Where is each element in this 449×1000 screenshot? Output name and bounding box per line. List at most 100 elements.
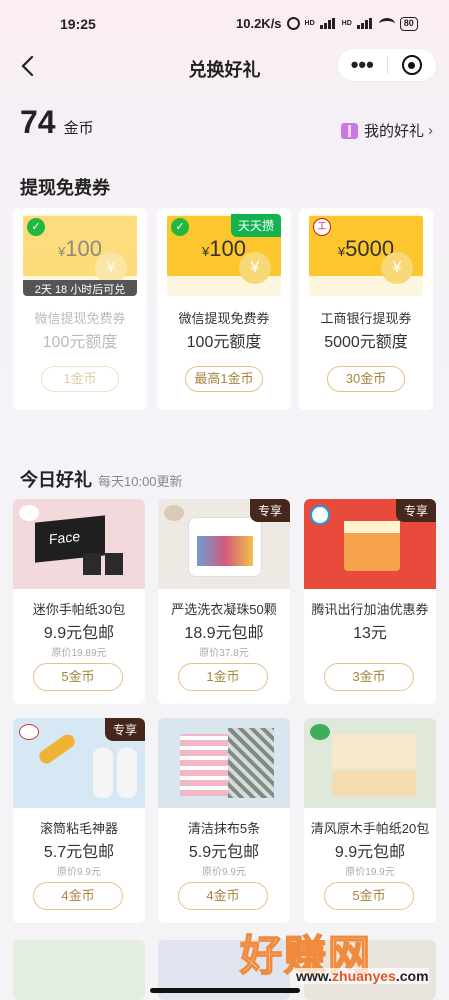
product-name: 滚筒粘毛神器: [39, 821, 118, 836]
home-indicator[interactable]: [150, 988, 300, 993]
roller-refill-shape: [93, 748, 113, 798]
product-card[interactable]: 清风原木手帕纸20包 9.9元包邮 原价19.9元 5金币: [304, 718, 436, 923]
network-speed: 10.2K/s: [236, 16, 282, 31]
icbc-logo-icon: 工: [313, 218, 331, 236]
status-bar: 19:25 10.2K/s HD HD 80: [0, 0, 449, 44]
product-name: 严选洗衣凝珠50颗: [171, 602, 277, 617]
redeem-button[interactable]: 1金币: [178, 663, 268, 691]
product-price: 13元: [353, 625, 387, 642]
gas-station-roof-shape: [344, 521, 400, 533]
product-card[interactable]: 清洁抹布5条 5.9元包邮 原价9.9元 4金币: [158, 718, 290, 923]
exclusive-badge: 专享: [104, 718, 145, 741]
product-card[interactable]: 专享 腾讯出行加油优惠券 13元 3金币: [304, 499, 436, 704]
redeem-button[interactable]: 5金币: [324, 882, 414, 910]
roller-refill-shape: [117, 748, 137, 798]
exclusive-badge: 专享: [395, 499, 436, 522]
signal-icon: [319, 18, 337, 29]
yen-coin-icon: ¥: [239, 252, 271, 284]
product-name: 清洁抹布5条: [187, 821, 261, 836]
store-logo-icon: [19, 724, 39, 740]
daily-update-note: 每天10:00更新: [98, 474, 183, 489]
voucher-quota: 100元额度: [186, 334, 262, 351]
tencent-travel-icon: [310, 505, 330, 525]
voucher-name: 工商银行提现券: [320, 311, 412, 326]
product-price: 9.9元包邮: [334, 844, 406, 861]
roller-handle-shape: [36, 731, 78, 767]
product-card[interactable]: Face 迷你手帕纸30包 9.9元包邮 原价19.89元 5金币: [13, 499, 145, 704]
redeem-button[interactable]: 最高1金币: [185, 366, 263, 392]
redeem-button[interactable]: 30金币: [327, 366, 405, 392]
product-name: 腾讯出行加油优惠券: [311, 602, 429, 617]
redeem-button[interactable]: 4金币: [33, 882, 123, 910]
pod-container-shape: [188, 517, 262, 577]
tissue-pack-shape: [105, 553, 123, 575]
voucher-card[interactable]: 工 ¥5000 ¥ 工商银行提现券 5000元额度 30金币: [299, 208, 433, 410]
voucher-image: ✓ ¥100 ¥ 2天 18 小时后可兑: [23, 214, 137, 296]
brand-logo-icon: [164, 505, 184, 521]
chevron-right-icon: ›: [428, 122, 433, 139]
countdown-banner: 2天 18 小时后可兑: [23, 280, 137, 296]
original-price: 原价19.9元: [345, 867, 395, 878]
voucher-image: ✓ 天天攒 ¥100 ¥: [167, 214, 281, 296]
daily-section-label: 今日好礼: [20, 470, 92, 490]
product-card[interactable]: 专享 严选洗衣凝珠50颗 18.9元包邮 原价37.8元 1金币: [158, 499, 290, 704]
my-gifts-label: 我的好礼: [363, 123, 424, 140]
voucher-quota: 5000元额度: [324, 334, 408, 351]
redeem-button[interactable]: 3金币: [324, 663, 414, 691]
redeem-button[interactable]: 5金币: [33, 663, 123, 691]
package-text: Face: [49, 527, 81, 548]
signal-icon-2: [356, 18, 374, 29]
original-price: 原价9.9元: [57, 867, 101, 878]
product-price: 18.9元包邮: [184, 625, 264, 642]
my-gifts-link[interactable]: 我的好礼 ›: [340, 120, 433, 141]
tissue-pack-shape: [83, 553, 101, 575]
coin-unit: 金币: [63, 120, 94, 137]
more-menu-icon[interactable]: •••: [338, 54, 387, 76]
product-price: 5.7元包邮: [43, 844, 115, 861]
product-name: 清风原木手帕纸20包: [310, 821, 430, 836]
wifi-icon: [378, 17, 395, 30]
hd-label-1: HD: [304, 20, 315, 27]
coin-balance: 74 金币: [20, 104, 94, 141]
product-name: 迷你手帕纸30包: [32, 602, 126, 617]
brand-logo-icon: [19, 505, 39, 521]
record-icon: [401, 55, 422, 75]
nav-bar: 兑换好礼 •••: [0, 44, 449, 88]
wechat-pay-icon: ✓: [27, 218, 45, 236]
redeem-button[interactable]: 4金币: [178, 882, 268, 910]
product-image: [158, 718, 290, 808]
product-image: Face: [13, 499, 145, 589]
product-card-partial[interactable]: [13, 940, 145, 1000]
voucher-card[interactable]: ✓ ¥100 ¥ 2天 18 小时后可兑 微信提现免费券 100元额度 1金币: [13, 208, 147, 410]
battery-icon: 80: [399, 16, 418, 31]
daily-ribbon: 天天攒: [230, 214, 281, 237]
status-time: 19:25: [60, 16, 96, 32]
yen-coin-icon: ¥: [381, 252, 413, 284]
product-image: 专享: [304, 499, 436, 589]
close-program-button[interactable]: [388, 55, 437, 75]
original-price: 原价37.8元: [199, 648, 249, 659]
coin-count: 74: [20, 104, 56, 140]
voucher-name: 微信提现免费券: [178, 311, 270, 326]
product-image: 专享: [13, 718, 145, 808]
original-price: 原价19.89元: [51, 648, 107, 659]
voucher-card[interactable]: ✓ 天天攒 ¥100 ¥ 微信提现免费券 100元额度 最高1金币: [157, 208, 291, 410]
original-price: 原价9.9元: [202, 867, 246, 878]
exclusive-badge: 专享: [249, 499, 290, 522]
pod-label-shape: [197, 536, 253, 566]
product-price: 5.9元包邮: [188, 844, 260, 861]
gas-station-shape: [344, 521, 400, 571]
product-image: 专享: [158, 499, 290, 589]
product-price: 9.9元包邮: [43, 625, 115, 642]
voucher-image: 工 ¥5000 ¥: [309, 214, 423, 296]
gift-icon: [340, 122, 358, 139]
status-indicators: 10.2K/s HD HD 80: [236, 16, 418, 31]
alarm-icon: [286, 17, 300, 30]
voucher-section-label: 提现免费券: [20, 178, 110, 198]
cloth-stack-shape: [180, 734, 230, 796]
redeem-button[interactable]: 1金币: [41, 366, 119, 392]
product-card[interactable]: 专享 滚筒粘毛神器 5.7元包邮 原价9.9元 4金币: [13, 718, 145, 923]
voucher-name: 微信提现免费券: [34, 311, 126, 326]
cloth-shape: [228, 728, 274, 798]
wechat-pay-icon: ✓: [171, 218, 189, 236]
